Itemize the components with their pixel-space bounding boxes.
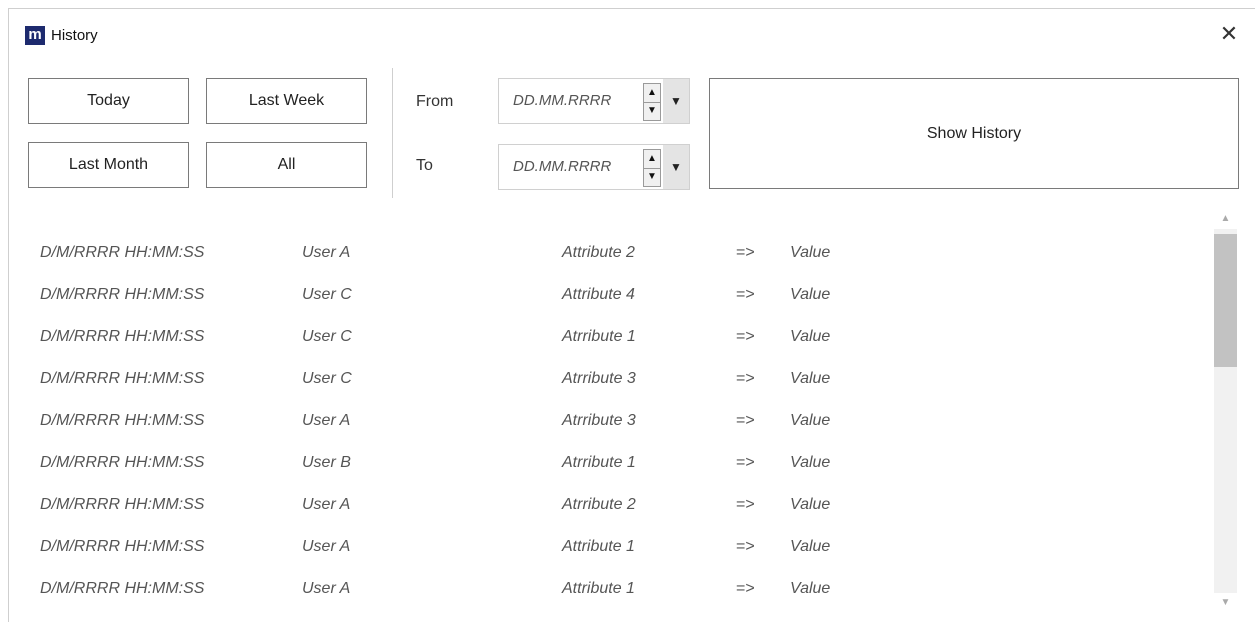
window-title: History: [51, 27, 98, 44]
from-date-spinner[interactable]: ▲ ▼: [643, 83, 661, 121]
list-item[interactable]: D/M/RRRR HH:MM:SS User A Attribute 2 => …: [9, 222, 1209, 264]
entry-value: Value: [790, 496, 831, 513]
entry-arrow: =>: [736, 496, 755, 513]
entry-timestamp: D/M/RRRR HH:MM:SS: [40, 328, 205, 345]
entry-user: User A: [302, 496, 351, 513]
list-item[interactable]: D/M/RRRR HH:MM:SS User A Attribute 1 => …: [9, 558, 1209, 600]
spin-down-icon[interactable]: ▼: [644, 168, 660, 186]
chevron-up-icon[interactable]: ▲: [1212, 209, 1239, 229]
entry-value: Value: [790, 454, 831, 471]
entry-attribute: Attribute 1: [562, 580, 635, 597]
entry-arrow: =>: [736, 412, 755, 429]
list-item[interactable]: D/M/RRRR HH:MM:SS User A Attribute 1 => …: [9, 516, 1209, 558]
last-week-button[interactable]: Last Week: [206, 78, 367, 124]
entry-arrow: =>: [736, 328, 755, 345]
entry-attribute: Attribute 1: [562, 538, 635, 555]
to-label: To: [416, 157, 433, 174]
entry-user: User C: [302, 328, 352, 345]
entry-timestamp: D/M/RRRR HH:MM:SS: [40, 412, 205, 429]
entry-timestamp: D/M/RRRR HH:MM:SS: [40, 244, 205, 261]
entry-value: Value: [790, 580, 831, 597]
spin-up-icon[interactable]: ▲: [644, 150, 660, 169]
from-dropdown-chevron-icon[interactable]: ▼: [663, 79, 689, 123]
entry-timestamp: D/M/RRRR HH:MM:SS: [40, 496, 205, 513]
entry-user: User A: [302, 412, 351, 429]
entry-arrow: =>: [736, 538, 755, 555]
entry-timestamp: D/M/RRRR HH:MM:SS: [40, 580, 205, 597]
entry-attribute: Atrribute 1: [562, 328, 636, 345]
scrollbar-track[interactable]: [1214, 229, 1237, 593]
entry-user: User C: [302, 370, 352, 387]
entry-attribute: Atrribute 3: [562, 412, 636, 429]
show-history-button[interactable]: Show History: [709, 78, 1239, 189]
to-date-spinner[interactable]: ▲ ▼: [643, 149, 661, 187]
spin-down-icon[interactable]: ▼: [644, 102, 660, 120]
from-label: From: [416, 93, 454, 110]
scrollbar-thumb[interactable]: [1214, 234, 1237, 367]
entry-timestamp: D/M/RRRR HH:MM:SS: [40, 370, 205, 387]
entry-user: User A: [302, 244, 351, 261]
entry-attribute: Attribute 2: [562, 244, 635, 261]
app-logo-icon: m: [25, 26, 45, 45]
title-bar: m History ✕: [9, 9, 1255, 59]
entry-arrow: =>: [736, 454, 755, 471]
to-date-input[interactable]: DD.MM.RRRR: [513, 158, 611, 175]
entry-value: Value: [790, 538, 831, 555]
to-dropdown-chevron-icon[interactable]: ▼: [663, 145, 689, 189]
history-window: m History ✕ Today Last Week Last Month A…: [8, 8, 1255, 622]
entry-value: Value: [790, 412, 831, 429]
entry-value: Value: [790, 370, 831, 387]
entry-arrow: =>: [736, 580, 755, 597]
entry-arrow: =>: [736, 244, 755, 261]
entry-value: Value: [790, 244, 831, 261]
last-month-button[interactable]: Last Month: [28, 142, 189, 188]
entry-arrow: =>: [736, 370, 755, 387]
list-item[interactable]: D/M/RRRR HH:MM:SS User A Atrribute 3 => …: [9, 390, 1209, 432]
to-date-picker[interactable]: DD.MM.RRRR ▲ ▼ ▼: [498, 144, 690, 190]
entry-user: User B: [302, 454, 351, 471]
entry-timestamp: D/M/RRRR HH:MM:SS: [40, 538, 205, 555]
entry-value: Value: [790, 328, 831, 345]
close-button[interactable]: ✕: [1212, 19, 1246, 51]
list-item[interactable]: D/M/RRRR HH:MM:SS User A Atrribute 2 => …: [9, 474, 1209, 516]
today-button[interactable]: Today: [28, 78, 189, 124]
entry-arrow: =>: [736, 286, 755, 303]
list-item[interactable]: D/M/RRRR HH:MM:SS User C Attribute 4 => …: [9, 264, 1209, 306]
entry-attribute: Atrribute 1: [562, 454, 636, 471]
entry-attribute: Atrribute 2: [562, 496, 636, 513]
from-date-picker[interactable]: DD.MM.RRRR ▲ ▼ ▼: [498, 78, 690, 124]
list-item[interactable]: D/M/RRRR HH:MM:SS User B Atrribute 1 => …: [9, 432, 1209, 474]
from-date-input[interactable]: DD.MM.RRRR: [513, 92, 611, 109]
entry-timestamp: D/M/RRRR HH:MM:SS: [40, 454, 205, 471]
list-item[interactable]: D/M/RRRR HH:MM:SS User C Atrribute 3 => …: [9, 348, 1209, 390]
list-item[interactable]: D/M/RRRR HH:MM:SS User C Atrribute 1 => …: [9, 306, 1209, 348]
entry-user: User A: [302, 538, 351, 555]
entry-user: User A: [302, 580, 351, 597]
entry-attribute: Atrribute 3: [562, 370, 636, 387]
history-list: D/M/RRRR HH:MM:SS User A Attribute 2 => …: [9, 209, 1209, 619]
entry-attribute: Attribute 4: [562, 286, 635, 303]
vertical-scrollbar[interactable]: ▲ ▼: [1212, 209, 1239, 613]
entry-user: User C: [302, 286, 352, 303]
entry-timestamp: D/M/RRRR HH:MM:SS: [40, 286, 205, 303]
all-button[interactable]: All: [206, 142, 367, 188]
filter-divider: [392, 68, 393, 198]
spin-up-icon[interactable]: ▲: [644, 84, 660, 103]
entry-value: Value: [790, 286, 831, 303]
chevron-down-icon[interactable]: ▼: [1212, 593, 1239, 613]
